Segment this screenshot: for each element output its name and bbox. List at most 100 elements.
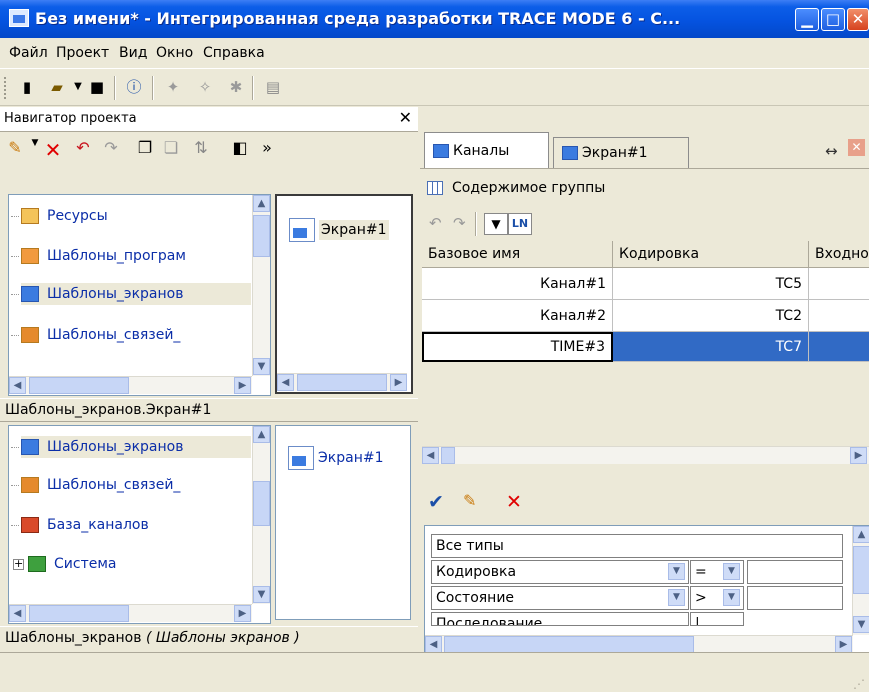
apply-check-icon[interactable]: ✔ <box>428 491 444 513</box>
filter-op-select[interactable]: | <box>690 612 744 626</box>
filter-value-input[interactable] <box>747 560 843 584</box>
tree-item-screen-templates[interactable]: Шаблоны_экранов <box>21 436 251 458</box>
scroll-thumb[interactable] <box>444 636 694 653</box>
table-cell-input-selected[interactable] <box>809 332 869 362</box>
scroll-right-button[interactable]: ▶ <box>390 374 407 391</box>
scroll-thumb[interactable] <box>853 546 869 594</box>
maximize-button[interactable]: □ <box>821 8 845 31</box>
tree-item-program-templates[interactable]: Шаблоны_програм <box>21 245 186 267</box>
table-cell-name[interactable]: Канал#1 <box>422 268 613 300</box>
top-tree-view[interactable]: Ресурсы Шаблоны_програм Шаблоны_экранов … <box>8 194 271 396</box>
horizontal-scrollbar[interactable]: ◀ ▶ <box>9 604 252 622</box>
column-header-encoding[interactable]: Кодировка <box>613 241 809 268</box>
redo-icon[interactable]: ↷ <box>100 138 122 157</box>
resize-arrows-icon[interactable]: ↔ <box>825 142 838 160</box>
scroll-right-button[interactable]: ▶ <box>234 605 251 622</box>
undo-icon[interactable]: ↶ <box>429 214 442 232</box>
menu-window[interactable]: Окно <box>156 45 193 61</box>
tree-item-screen-templates[interactable]: Шаблоны_экранов <box>21 283 251 305</box>
properties-icon[interactable]: ◧ <box>229 138 251 157</box>
build-icon[interactable]: ✦ <box>163 77 183 97</box>
add-filter-icon[interactable]: ✎ <box>463 491 476 510</box>
chevron-down-icon[interactable]: ▼ <box>68 77 88 97</box>
tree-item-link-templates[interactable]: Шаблоны_связей_ <box>21 474 180 496</box>
tree-item-system[interactable]: + Система <box>13 553 116 575</box>
copy-icon[interactable]: ❐ <box>134 138 156 157</box>
tree-item-link-templates[interactable]: Шаблоны_связей_ <box>21 324 180 346</box>
scroll-down-button[interactable]: ▼ <box>853 616 869 633</box>
chevron-down-icon[interactable]: ▼ <box>668 563 685 580</box>
top-list-view[interactable]: Экран#1 ◀ ▶ <box>275 194 413 394</box>
scroll-down-button[interactable]: ▼ <box>253 586 270 603</box>
debug-bug-icon[interactable]: ✱ <box>226 77 246 97</box>
filter-icon[interactable]: ▼ <box>484 213 508 235</box>
vertical-scrollbar[interactable]: ▲ ▼ <box>852 526 869 635</box>
scroll-thumb[interactable] <box>29 605 129 622</box>
table-cell-input[interactable] <box>809 268 869 300</box>
delete-icon[interactable]: ✕ <box>506 491 522 513</box>
save-icon[interactable]: ■ <box>87 77 107 97</box>
scroll-up-button[interactable]: ▲ <box>253 426 270 443</box>
scroll-left-button[interactable]: ◀ <box>9 377 26 394</box>
close-button[interactable]: ✕ <box>847 8 869 31</box>
scroll-thumb[interactable] <box>29 377 129 394</box>
scroll-right-button[interactable]: ▶ <box>850 447 867 464</box>
bottom-tree-view[interactable]: Шаблоны_экранов Шаблоны_связей_ База_кан… <box>8 425 271 624</box>
scroll-right-button[interactable]: ▶ <box>835 636 852 653</box>
column-header-base-name[interactable]: Базовое имя <box>422 241 613 268</box>
filter-op-select[interactable]: = ▼ <box>690 560 744 584</box>
scroll-thumb[interactable] <box>253 481 270 526</box>
menu-project[interactable]: Проект <box>56 45 109 61</box>
horizontal-scrollbar[interactable]: ◀ ▶ <box>9 376 252 394</box>
scroll-thumb[interactable] <box>441 447 455 464</box>
redo-icon[interactable]: ↷ <box>453 214 466 232</box>
menu-file[interactable]: Файл <box>9 45 48 61</box>
bottom-list-view[interactable]: Экран#1 <box>275 425 411 620</box>
print-icon[interactable]: ▤ <box>263 77 283 97</box>
sort-icon[interactable]: ⇅ <box>190 138 212 157</box>
toolbar-grip[interactable] <box>4 77 9 99</box>
title-bar[interactable]: Без имени* - Интегрированная среда разра… <box>0 0 869 38</box>
scroll-down-button[interactable]: ▼ <box>253 358 270 375</box>
list-item-screen1[interactable]: Экран#1 <box>289 218 389 242</box>
table-cell-code-selected[interactable]: TC7 <box>613 332 809 362</box>
scroll-thumb[interactable] <box>253 215 270 257</box>
scroll-left-button[interactable]: ◀ <box>422 447 439 464</box>
undo-icon[interactable]: ↶ <box>72 138 94 157</box>
chevron-down-icon[interactable]: ▼ <box>723 563 740 580</box>
tab-channels[interactable]: Каналы <box>424 132 549 168</box>
ln-button[interactable]: LN <box>508 213 532 235</box>
horizontal-scrollbar[interactable]: ◀ ▶ <box>425 635 853 653</box>
expand-icon[interactable]: + <box>13 558 24 570</box>
more-tools-button[interactable]: » <box>256 138 278 157</box>
table-cell-code[interactable]: TC5 <box>613 268 809 300</box>
horizontal-scrollbar[interactable]: ◀ ▶ <box>422 446 869 464</box>
tab-screen1[interactable]: Экран#1 <box>553 137 689 168</box>
resize-grip-icon[interactable]: ⋰ <box>853 677 865 691</box>
vertical-scrollbar[interactable]: ▲ ▼ <box>252 195 270 376</box>
close-icon[interactable]: ✕ <box>848 139 865 156</box>
filter-row-all-types[interactable]: Все типы <box>431 534 843 558</box>
add-item-icon[interactable]: ✎ <box>4 138 26 157</box>
channels-table[interactable]: Базовое имя Кодировка Входно Канал#1 TC5… <box>422 241 869 467</box>
filter-op-select[interactable]: > ▼ <box>690 586 744 610</box>
close-icon[interactable]: ✕ <box>399 108 412 127</box>
minimize-button[interactable]: ▁ <box>795 8 819 31</box>
scroll-thumb[interactable] <box>297 374 387 391</box>
table-cell-code[interactable]: TC2 <box>613 300 809 332</box>
table-cell-input[interactable] <box>809 300 869 332</box>
open-folder-icon[interactable]: ▰ <box>47 77 67 97</box>
filter-field-select[interactable]: Последование <box>431 612 689 626</box>
chevron-down-icon[interactable]: ▼ <box>668 589 685 606</box>
scroll-left-button[interactable]: ◀ <box>9 605 26 622</box>
filter-value-input[interactable] <box>747 586 843 610</box>
filter-field-select[interactable]: Состояние ▼ <box>431 586 689 610</box>
table-cell-name-selected[interactable]: TIME#3 <box>422 332 613 362</box>
scroll-up-button[interactable]: ▲ <box>253 195 270 212</box>
new-file-icon[interactable]: ▮ <box>17 77 37 97</box>
tree-item-resources[interactable]: Ресурсы <box>21 205 108 227</box>
paste-icon[interactable]: ❏ <box>160 138 182 157</box>
scroll-right-button[interactable]: ▶ <box>234 377 251 394</box>
chevron-down-icon[interactable]: ▼ <box>723 589 740 606</box>
menu-view[interactable]: Вид <box>119 45 147 61</box>
